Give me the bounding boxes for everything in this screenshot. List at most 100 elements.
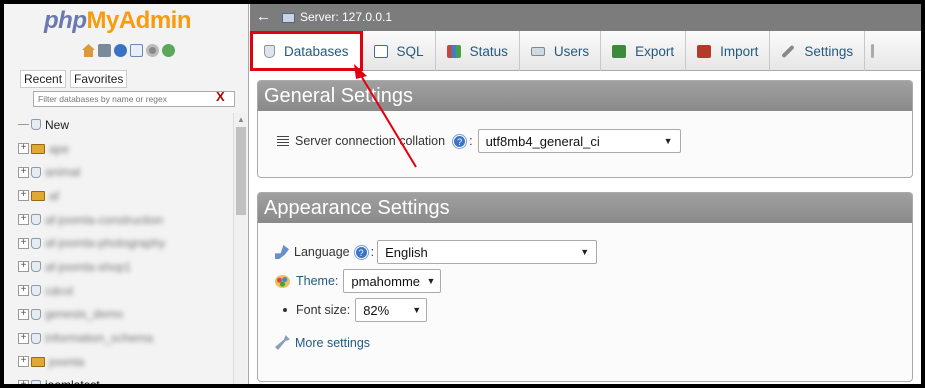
- status-icon: [446, 44, 461, 58]
- scroll-up-icon[interactable]: ▲: [237, 115, 245, 124]
- language-select-value: English: [385, 244, 428, 260]
- colon-text: :: [370, 245, 375, 259]
- database-icon: [31, 379, 41, 384]
- nav-scrollbar-thumb[interactable]: [236, 127, 246, 215]
- theme-select[interactable]: pmahomme ▼: [343, 269, 442, 293]
- database-item[interactable]: + information_schema: [18, 326, 232, 350]
- database-icon: [31, 214, 41, 226]
- expand-icon[interactable]: +: [18, 214, 29, 226]
- tab-sql[interactable]: SQL: [363, 31, 436, 71]
- tab-import-label: Import: [720, 43, 759, 59]
- database-icon: [31, 308, 41, 320]
- language-row: Language ? : English ▼: [275, 240, 598, 264]
- database-name: information_schema: [45, 331, 154, 346]
- reload-icon[interactable]: [162, 44, 175, 57]
- database-item[interactable]: + joomlatest: [18, 374, 232, 384]
- expand-icon[interactable]: +: [18, 237, 29, 249]
- more-settings-link[interactable]: More settings: [295, 336, 370, 350]
- help-icon[interactable]: ?: [453, 134, 467, 148]
- bullet-icon: [283, 308, 287, 312]
- tab-users[interactable]: Users: [520, 31, 602, 71]
- tab-status[interactable]: Status: [436, 31, 520, 71]
- database-icon: [31, 261, 41, 273]
- expand-icon[interactable]: +: [18, 285, 29, 297]
- export-icon: [612, 44, 627, 58]
- expand-icon[interactable]: +: [18, 261, 29, 273]
- expand-icon[interactable]: +: [18, 308, 29, 320]
- language-select[interactable]: English ▼: [377, 240, 598, 264]
- tab-users-label: Users: [553, 43, 590, 59]
- help-icon[interactable]: ?: [354, 245, 368, 259]
- phpmyadmin-logo[interactable]: phpMyAdmin: [44, 7, 191, 35]
- recent-favorites-tabs: Recent Favorites: [20, 70, 128, 88]
- tab-databases[interactable]: Databases: [250, 31, 363, 71]
- collation-select-value: utf8mb4_general_ci: [485, 133, 600, 149]
- expand-icon[interactable]: +: [18, 190, 29, 202]
- top-menu: Databases SQL Status Users Export Import: [250, 31, 921, 71]
- font-size-label: Font size:: [296, 303, 351, 317]
- font-size-select[interactable]: 82% ▼: [355, 298, 428, 322]
- database-icon: [31, 332, 41, 344]
- page-icon[interactable]: [130, 44, 143, 57]
- more-settings-row: More settings: [275, 335, 370, 350]
- sql-icon: [373, 44, 388, 58]
- expand-icon[interactable]: +: [18, 356, 29, 368]
- database-name: joomla: [49, 354, 85, 369]
- appearance-settings-legend: Appearance Settings: [258, 193, 912, 223]
- tab-settings[interactable]: Settings: [770, 31, 866, 71]
- theme-link[interactable]: Theme:: [296, 274, 338, 288]
- exit-icon[interactable]: [98, 44, 111, 57]
- nav-icon-bar: [82, 44, 175, 57]
- database-name: af-joomla-construction: [45, 212, 164, 227]
- main-content: ← Server: 127.0.0.1 Databases SQL Status…: [250, 4, 921, 384]
- theme-icon: [275, 274, 290, 288]
- font-size-select-value: 82%: [363, 302, 390, 318]
- colon-text: :: [469, 134, 473, 148]
- database-item[interactable]: + ape: [18, 137, 232, 161]
- server-breadcrumb[interactable]: Server: 127.0.0.1: [300, 10, 392, 24]
- favorites-tab[interactable]: Favorites: [70, 70, 128, 88]
- database-item[interactable]: + af-joomla-photography: [18, 231, 232, 255]
- database-item[interactable]: + animal: [18, 160, 232, 184]
- database-name: cdcol: [45, 283, 74, 298]
- database-name: af-joomla-photography: [45, 236, 166, 251]
- tab-import[interactable]: Import: [686, 31, 771, 71]
- database-name: joomlatest: [45, 378, 100, 384]
- database-name: af-joomla-shop1: [45, 259, 132, 274]
- database-icon: [31, 285, 41, 297]
- import-icon: [697, 44, 712, 58]
- database-filter-input[interactable]: [33, 91, 235, 107]
- database-item[interactable]: + genesis_demo: [18, 303, 232, 327]
- tab-export-label: Export: [635, 43, 675, 59]
- expand-icon[interactable]: +: [18, 379, 29, 384]
- tab-export[interactable]: Export: [601, 31, 687, 71]
- collapse-nav-icon[interactable]: ←: [256, 8, 271, 25]
- server-icon: [282, 13, 295, 23]
- recent-tab[interactable]: Recent: [20, 70, 67, 88]
- home-icon[interactable]: [82, 44, 95, 57]
- docs-icon[interactable]: [114, 44, 127, 57]
- expand-icon[interactable]: +: [18, 166, 29, 178]
- theme-select-value: pmahomme: [351, 273, 421, 289]
- database-tree: New + ape + animal + af + af-joomla-construction…: [18, 113, 232, 384]
- tab-status-label: Status: [469, 43, 508, 59]
- database-icon: [31, 166, 41, 178]
- more-icon: [871, 44, 875, 58]
- database-item[interactable]: + joomla: [18, 350, 232, 374]
- expand-icon[interactable]: +: [18, 143, 29, 155]
- database-item[interactable]: + af-joomla-shop1: [18, 255, 232, 279]
- collation-select[interactable]: utf8mb4_general_ci ▼: [477, 129, 681, 153]
- nav-scrollbar[interactable]: ▲: [233, 113, 247, 384]
- tab-sql-label: SQL: [396, 43, 424, 59]
- wrench-icon: [275, 335, 290, 350]
- tab-more[interactable]: [865, 31, 889, 71]
- new-database-item[interactable]: New: [18, 113, 232, 137]
- tab-databases-label: Databases: [284, 43, 349, 59]
- expand-icon[interactable]: +: [18, 332, 29, 344]
- database-item[interactable]: + cdcol: [18, 279, 232, 303]
- database-item[interactable]: + af: [18, 184, 232, 208]
- filter-clear-button[interactable]: X: [216, 89, 225, 104]
- database-item[interactable]: + af-joomla-construction: [18, 208, 232, 232]
- general-settings-legend: General Settings: [258, 81, 912, 111]
- gear-icon[interactable]: [146, 44, 159, 57]
